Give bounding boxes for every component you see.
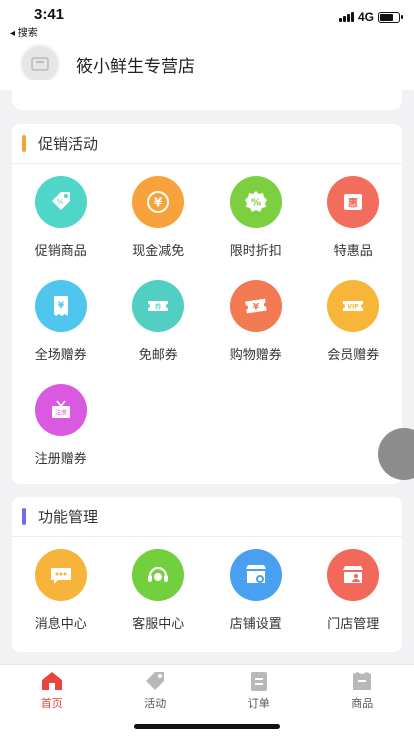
home-indicator — [134, 724, 280, 729]
store-name: 筱小鲜生专营店 — [76, 56, 195, 76]
function-item-store-management[interactable]: 门店管理 — [305, 549, 403, 653]
message-icon — [34, 549, 87, 601]
promo-item-products[interactable]: % 促销商品 — [12, 176, 110, 280]
functions-section-title: 功能管理 — [38, 509, 99, 526]
promo-item-special[interactable]: 惠 特惠品 — [305, 176, 403, 280]
grid-label: 全场赠券 — [34, 347, 87, 362]
store-manage-icon — [327, 549, 380, 601]
svg-text:注册: 注册 — [55, 409, 67, 417]
store-logo-icon — [31, 57, 49, 71]
tab-home[interactable]: 首页 — [0, 665, 104, 736]
status-time: 3:41 — [34, 6, 65, 23]
order-icon — [250, 672, 267, 691]
promo-item-member-coupon[interactable]: VIP 会员赠券 — [305, 280, 403, 384]
tab-label: 订单 — [247, 698, 270, 710]
signal-icon — [338, 12, 354, 22]
grid-label: 门店管理 — [327, 616, 380, 631]
promo-item-storewide-coupon[interactable]: ¥ 全场赠券 — [12, 280, 110, 384]
summary-card — [12, 80, 402, 110]
free-shipping-ticket-icon: 券 — [132, 280, 185, 332]
grid-label: 店铺设置 — [229, 616, 282, 631]
product-icon — [353, 672, 372, 690]
yen-coin-icon: ¥ — [132, 176, 185, 228]
promo-item-shopping-coupon[interactable]: ¥ 购物赠券 — [207, 280, 305, 384]
grid-label: 免邮券 — [138, 347, 178, 362]
battery-icon — [378, 11, 403, 23]
tab-label: 活动 — [144, 698, 167, 710]
promo-item-flash-discount[interactable]: % 限时折扣 — [207, 176, 305, 280]
network-type: 4G — [357, 10, 374, 24]
svg-text:¥: ¥ — [58, 301, 65, 311]
store-settings-icon — [229, 549, 282, 601]
grid-label: 现金减免 — [132, 243, 185, 258]
discount-icon: % — [229, 176, 282, 228]
promo-item-free-shipping[interactable]: 券 免邮券 — [110, 280, 208, 384]
special-offer-icon: 惠 — [327, 176, 380, 228]
promo-section-title: 促销活动 — [38, 136, 99, 153]
grid-label: 客服中心 — [132, 616, 185, 631]
grid-label: 特惠品 — [333, 243, 373, 258]
functions-section-header: 功能管理 — [12, 497, 402, 537]
promo-item-cash-off[interactable]: ¥ 现金减免 — [110, 176, 208, 280]
svg-text:%: % — [56, 198, 63, 206]
tab-label: 首页 — [40, 698, 63, 710]
svg-text:VIP: VIP — [348, 304, 360, 311]
promo-item-register-coupon[interactable]: 注册 注册赠券 — [12, 384, 110, 488]
home-icon — [41, 672, 62, 690]
promo-section: 促销活动 % 促销商品 ¥ 现金减免 % 限时折扣 惠 特惠品 ¥ 全场赠券 券… — [12, 124, 402, 484]
grid-label: 限时折扣 — [229, 243, 282, 258]
store-avatar[interactable] — [20, 44, 60, 84]
functions-section: 功能管理 消息中心 客服中心 店铺设置 门店管理 — [12, 497, 402, 652]
function-item-customer-service[interactable]: 客服中心 — [110, 549, 208, 653]
grid-label: 会员赠券 — [327, 347, 380, 362]
tab-label: 商品 — [351, 698, 374, 710]
svg-text:%: % — [251, 198, 261, 209]
shopping-ticket-icon: ¥ — [229, 280, 282, 332]
functions-title-accent — [22, 508, 26, 525]
grid-label: 消息中心 — [34, 616, 87, 631]
functions-grid: 消息中心 客服中心 店铺设置 门店管理 — [12, 537, 402, 653]
promo-title-accent — [22, 135, 26, 152]
svg-text:券: 券 — [155, 302, 162, 311]
tag-icon — [146, 672, 165, 690]
grid-label: 促销商品 — [34, 243, 87, 258]
function-item-messages[interactable]: 消息中心 — [12, 549, 110, 653]
promo-grid: % 促销商品 ¥ 现金减免 % 限时折扣 惠 特惠品 ¥ 全场赠券 券 免邮券 … — [12, 164, 402, 488]
status-bar: 3:41 ◂ 搜索 4G — [0, 0, 414, 39]
customer-service-icon — [132, 549, 185, 601]
grid-label: 注册赠券 — [34, 451, 87, 466]
tag-icon: % — [34, 176, 87, 228]
svg-text:¥: ¥ — [154, 196, 163, 210]
promo-section-header: 促销活动 — [12, 124, 402, 164]
back-to-search-link[interactable]: ◂ 搜索 — [10, 24, 38, 39]
receipt-icon: ¥ — [34, 280, 87, 332]
function-item-store-settings[interactable]: 店铺设置 — [207, 549, 305, 653]
svg-text:惠: 惠 — [348, 197, 358, 210]
svg-text:¥: ¥ — [253, 303, 260, 313]
register-gift-icon: 注册 — [34, 384, 87, 436]
vip-ticket-icon: VIP — [327, 280, 380, 332]
tab-products[interactable]: 商品 — [311, 665, 414, 736]
status-indicators: 4G — [338, 10, 403, 24]
grid-label: 购物赠券 — [229, 347, 282, 362]
